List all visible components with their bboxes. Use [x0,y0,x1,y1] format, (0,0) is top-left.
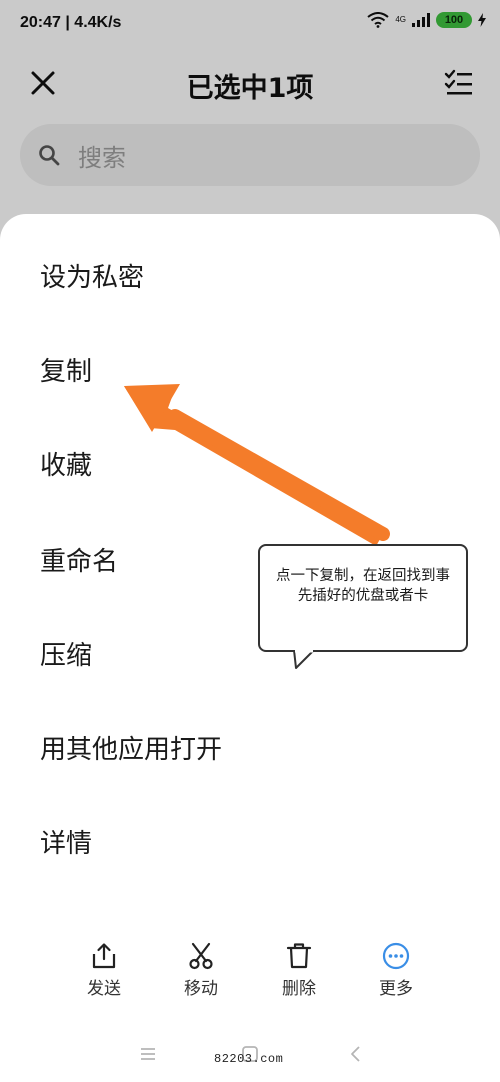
send-label: 发送 [87,979,121,999]
send-button[interactable]: 发送 [64,934,144,1024]
back-nav-icon[interactable] [344,1042,368,1066]
share-icon [92,943,116,969]
menu-item-details[interactable]: 详情 [40,814,460,874]
annotation-callout: 点一下复制，在返回找到事先插好的优盘或者卡 [258,544,468,652]
scissors-icon [189,942,213,970]
delete-label: 删除 [282,979,316,999]
move-button[interactable]: 移动 [161,934,241,1024]
more-label: 更多 [379,979,413,999]
delete-button[interactable]: 删除 [259,934,339,1024]
menu-item-favorite[interactable]: 收藏 [40,436,460,496]
menu-item-open-with[interactable]: 用其他应用打开 [40,720,460,780]
menu-nav-icon[interactable] [136,1042,160,1066]
more-button[interactable]: 更多 [356,934,436,1024]
trash-icon [286,943,312,969]
move-label: 移动 [184,979,218,999]
menu-item-set-private[interactable]: 设为私密 [40,248,460,308]
bottom-toolbar: 发送 移动 删除 更多 [0,934,500,1024]
watermark: 82203.com [214,1052,284,1066]
menu-item-copy[interactable]: 复制 [40,342,460,402]
callout-tail-icon [293,650,315,669]
more-icon [382,942,410,970]
